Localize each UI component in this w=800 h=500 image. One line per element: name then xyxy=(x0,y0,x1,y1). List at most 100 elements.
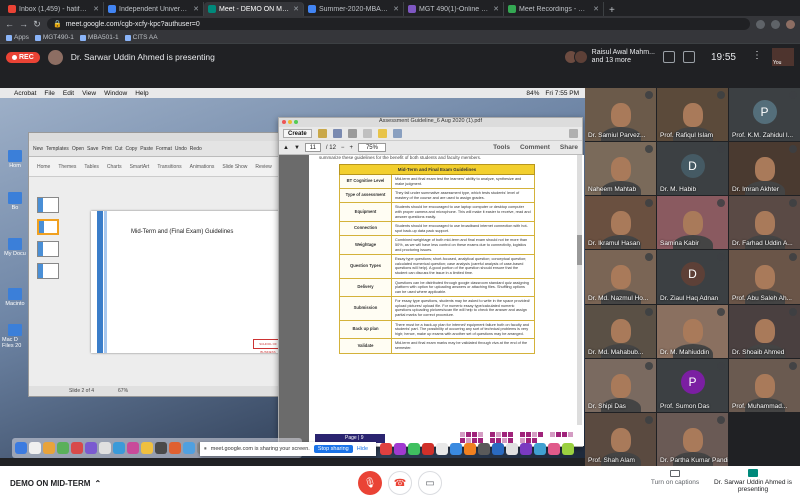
desktop-folder[interactable]: My Docu xyxy=(2,238,28,257)
participant-tile[interactable]: Dr. Partha Kumar Pandit xyxy=(657,412,728,466)
close-dot[interactable] xyxy=(282,120,286,124)
pdf-panel-button[interactable]: Comment xyxy=(520,144,550,151)
ppt-ribbon-tab[interactable]: Animations xyxy=(190,164,215,170)
slide-thumbnail[interactable] xyxy=(37,197,59,213)
dock-app-icon[interactable] xyxy=(99,442,111,454)
ppt-toolbar-item[interactable]: Cut xyxy=(115,146,123,152)
browser-tab[interactable]: Inbox (1,459) - hatif@iub.edu...✕ xyxy=(4,2,104,16)
participant-tile[interactable]: Prof. Rafiqul Islam xyxy=(657,88,728,142)
close-tab-icon[interactable]: ✕ xyxy=(293,5,299,13)
zoom-out-icon[interactable]: − xyxy=(341,145,345,151)
participant-tile[interactable]: P Prof. Sumon Das xyxy=(657,358,728,412)
dock-app-icon[interactable] xyxy=(71,442,83,454)
participant-tile[interactable]: Naheem Mahtab xyxy=(585,142,656,196)
pdf-scrollbar[interactable] xyxy=(577,155,582,425)
ppt-ribbon-tab[interactable]: Review xyxy=(255,164,271,170)
page-number-field[interactable]: 11 xyxy=(304,143,321,152)
ppt-toolbar-item[interactable]: Paste xyxy=(140,146,153,152)
bookmark-item[interactable]: Apps xyxy=(6,34,29,41)
star-icon[interactable] xyxy=(756,19,765,29)
ppt-toolbar-item[interactable]: Save xyxy=(87,146,98,152)
sign-icon[interactable] xyxy=(392,129,402,138)
browser-tab[interactable]: Meet Recordings - Google Dri✕ xyxy=(504,2,604,16)
dock-app-icon[interactable] xyxy=(520,443,532,455)
zoom-dot[interactable] xyxy=(294,120,298,124)
ppt-toolbar-item[interactable]: Templates xyxy=(46,146,69,152)
desktop-folder[interactable]: Bo xyxy=(2,192,28,211)
participant-tile[interactable]: D Dr. M. Habib xyxy=(657,142,728,196)
email-icon[interactable] xyxy=(362,129,372,138)
pdf-panel-button[interactable]: Share xyxy=(560,144,578,151)
slide-thumbnail[interactable] xyxy=(37,241,59,257)
dock-app-icon[interactable] xyxy=(183,442,195,454)
ppt-toolbar-item[interactable]: New xyxy=(33,146,43,152)
participant-tile[interactable]: Dr. Shoaib Ahmed xyxy=(729,304,800,358)
camera-toggle-button[interactable]: ▭ xyxy=(418,471,442,495)
create-button[interactable]: Create xyxy=(283,129,312,138)
participant-tile[interactable]: Dr. Farhad Uddin A... xyxy=(729,196,800,250)
bookmark-item[interactable]: CITS AA xyxy=(124,34,158,41)
dock-app-icon[interactable] xyxy=(141,442,153,454)
dock-app-icon[interactable] xyxy=(15,442,27,454)
desktop-folder[interactable]: Hom xyxy=(2,150,28,169)
ppt-toolbar-item[interactable]: Print xyxy=(101,146,111,152)
dock-app-icon[interactable] xyxy=(85,442,97,454)
close-tab-icon[interactable]: ✕ xyxy=(493,5,499,13)
slide-thumbnail-selected[interactable] xyxy=(37,219,59,235)
participant-tile[interactable]: Dr. Ikramul Hasan xyxy=(585,196,656,250)
close-tab-icon[interactable]: ✕ xyxy=(193,5,199,13)
dock-app-icon[interactable] xyxy=(478,443,490,455)
dock-app-icon[interactable] xyxy=(127,442,139,454)
dock-app-icon[interactable] xyxy=(113,442,125,454)
bookmark-item[interactable]: MBA501-1 xyxy=(79,34,119,41)
ppt-ribbon-tab[interactable]: Slide Show xyxy=(222,164,247,170)
dock-app-icon[interactable] xyxy=(464,443,476,455)
participant-tile[interactable]: Dr. Samiul Parvez... xyxy=(585,88,656,142)
ppt-toolbar-item[interactable]: Redo xyxy=(190,146,202,152)
zoom-field[interactable]: 75% xyxy=(357,143,386,152)
sign-icon[interactable] xyxy=(569,129,578,138)
dock-app-icon[interactable] xyxy=(422,443,434,455)
dock-app-icon[interactable] xyxy=(29,442,41,454)
ppt-ribbon-tab[interactable]: Home xyxy=(37,164,50,170)
dock-app-icon[interactable] xyxy=(506,443,518,455)
dock-app-icon[interactable] xyxy=(562,443,574,455)
stop-sharing-button[interactable]: Stop sharing xyxy=(313,445,353,453)
browser-tab[interactable]: Independent University Bangl...✕ xyxy=(104,2,204,16)
print-icon[interactable] xyxy=(347,129,357,138)
slide-thumbnail[interactable] xyxy=(37,263,59,279)
desktop-folder[interactable]: Macinto xyxy=(2,288,28,307)
desktop-folder[interactable]: Mac D Files 20 xyxy=(2,324,28,349)
participant-tile[interactable]: Samina Kabir xyxy=(657,196,728,250)
captions-button[interactable]: Turn on captions xyxy=(640,470,710,486)
pdf-panel-button[interactable]: Tools xyxy=(493,144,510,151)
dock-app-icon[interactable] xyxy=(380,443,392,455)
mic-toggle-button[interactable]: 🎙 xyxy=(358,471,382,495)
dock-app-icon[interactable] xyxy=(450,443,462,455)
dock-app-icon[interactable] xyxy=(394,443,406,455)
scrollbar-thumb[interactable] xyxy=(577,235,582,265)
comment-icon[interactable] xyxy=(377,129,387,138)
forward-icon[interactable]: → xyxy=(19,19,28,29)
participant-tile[interactable]: Prof. Abu Saleh Ah... xyxy=(729,250,800,304)
dock-app-icon[interactable] xyxy=(43,442,55,454)
people-icon[interactable] xyxy=(662,51,675,63)
close-tab-icon[interactable]: ✕ xyxy=(93,5,99,13)
participants-summary[interactable]: Raisul Awal Mahm... and 13 more xyxy=(563,49,655,65)
ppt-toolbar-item[interactable]: Copy xyxy=(126,146,138,152)
bookmark-item[interactable]: MGT490-1 xyxy=(34,34,74,41)
participant-tile[interactable]: D Dr. Ziaul Haq Adnan xyxy=(657,250,728,304)
dock-app-icon[interactable] xyxy=(436,443,448,455)
ppt-toolbar-item[interactable]: Undo xyxy=(175,146,187,152)
more-options-icon[interactable]: ⋮ xyxy=(752,51,764,63)
participant-tile[interactable]: Dr. Imran Akhter xyxy=(729,142,800,196)
browser-tab[interactable]: Summer-2020-MBA501-1 I✕ xyxy=(304,2,404,16)
save-icon[interactable] xyxy=(332,129,342,138)
page-down-icon[interactable]: ▼ xyxy=(294,145,300,151)
zoom-in-icon[interactable]: + xyxy=(349,145,353,151)
extension-icon[interactable] xyxy=(771,19,780,29)
ppt-toolbar-item[interactable]: Open xyxy=(72,146,84,152)
ppt-ribbon-tab[interactable]: Themes xyxy=(58,164,76,170)
ppt-zoom[interactable]: 67% xyxy=(118,388,128,394)
open-icon[interactable] xyxy=(317,129,327,138)
